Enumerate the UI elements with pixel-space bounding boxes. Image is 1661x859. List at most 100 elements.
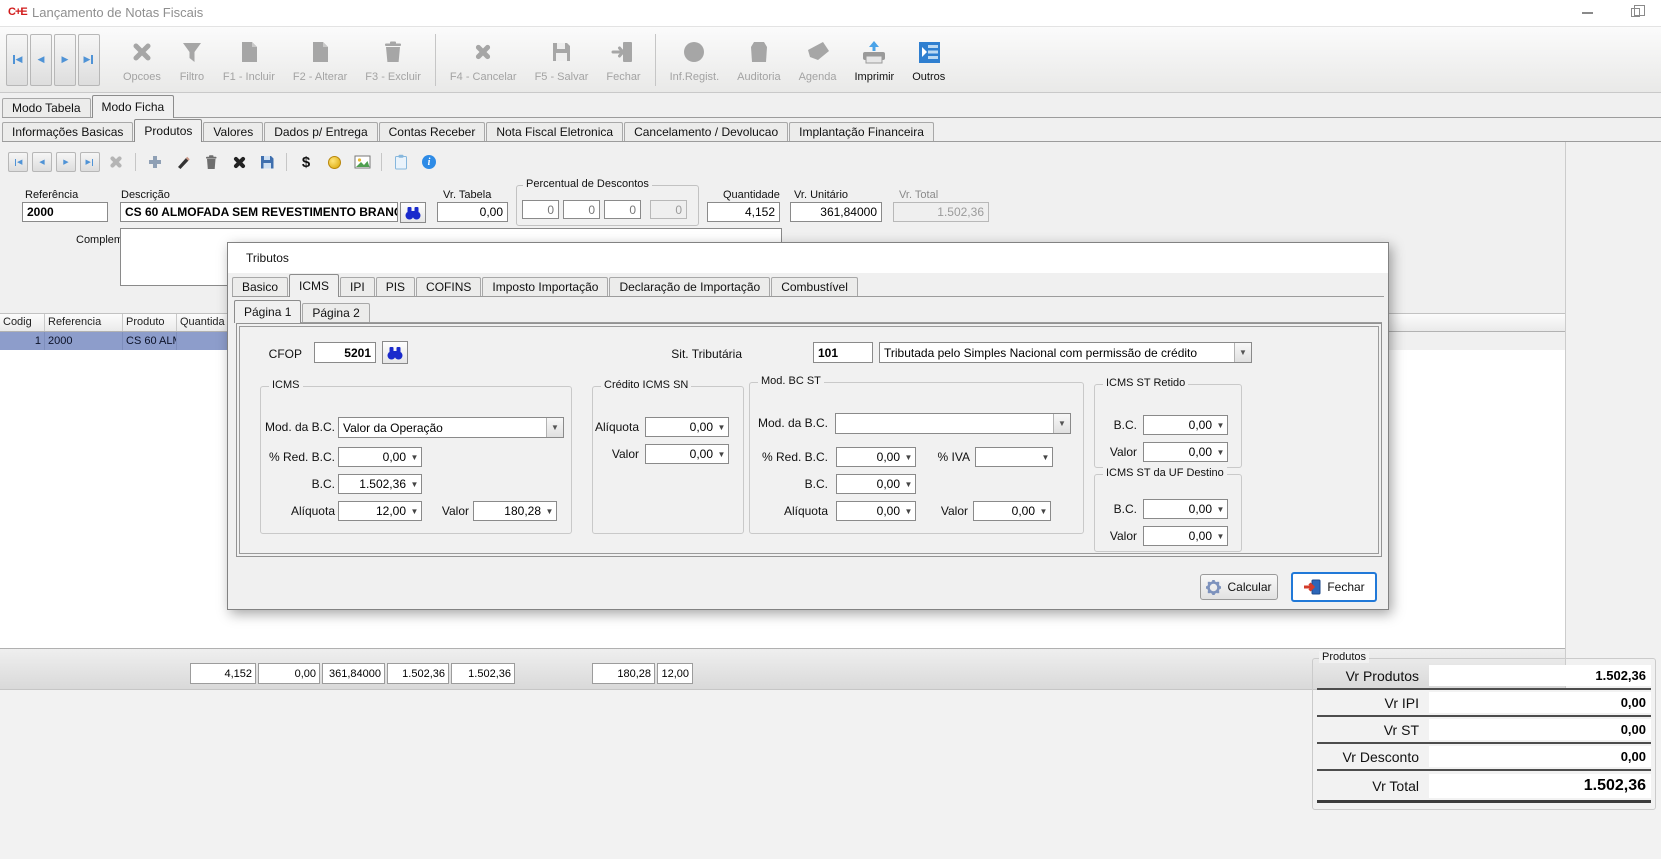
toolbar-cancelar-button[interactable]: F4 - Cancelar — [441, 31, 526, 89]
ufdest-bc-spin[interactable]: 0,00▼ — [1143, 499, 1228, 519]
tab-combustivel[interactable]: Combustível — [771, 277, 858, 296]
tab-pagina-1[interactable]: Página 1 — [234, 300, 301, 323]
tab-nota-fiscal-eletronica[interactable]: Nota Fiscal Eletronica — [486, 122, 623, 141]
tab-cancelamento-devolucao[interactable]: Cancelamento / Devolucao — [624, 122, 788, 141]
calcular-button[interactable]: Calcular — [1200, 574, 1278, 600]
tab-informacoes-basicas[interactable]: Informações Basicas — [2, 122, 133, 141]
image-viewer-button[interactable] — [350, 151, 374, 173]
chevron-down-icon[interactable]: ▼ — [408, 453, 421, 462]
tab-cofins[interactable]: COFINS — [416, 277, 481, 296]
add-record-button[interactable] — [143, 151, 167, 173]
search-cfop-button[interactable] — [382, 341, 408, 364]
cfop-input[interactable]: 5201 — [314, 342, 376, 363]
toolbar-opcoes-button[interactable]: Opcoes — [114, 31, 170, 89]
toolbar-incluir-button[interactable]: F1 - Incluir — [214, 31, 284, 89]
mod-bc-combo[interactable]: Valor da Operação ▼ — [338, 417, 564, 438]
clipboard-button[interactable] — [389, 151, 413, 173]
sit-tributaria-code-input[interactable]: 101 — [813, 342, 873, 363]
tab-produtos[interactable]: Produtos — [134, 119, 202, 142]
tab-modo-ficha[interactable]: Modo Ficha — [92, 95, 175, 118]
chevron-down-icon[interactable]: ▼ — [408, 480, 421, 489]
toolbar-alterar-button[interactable]: F2 - Alterar — [284, 31, 356, 89]
bcst-aliquota-spin[interactable]: 0,00▼ — [836, 501, 916, 521]
chevron-down-icon[interactable]: ▼ — [902, 453, 915, 462]
bc-spin[interactable]: 1.502,36▼ — [338, 474, 422, 494]
retido-bc-spin[interactable]: 0,00▼ — [1143, 415, 1228, 435]
nav-next-button[interactable]: ▶ — [54, 34, 76, 86]
aliquota-spin[interactable]: 12,00▼ — [338, 501, 422, 521]
toolbar-infregist-button[interactable]: Inf.Regist. — [661, 31, 729, 89]
nav-last-button[interactable]: ▶ — [80, 152, 100, 172]
toolbar-fechar-button[interactable]: Fechar — [597, 31, 649, 89]
chevron-down-icon[interactable]: ▼ — [1214, 448, 1227, 457]
toolbar-filtro-button[interactable]: Filtro — [170, 31, 214, 89]
bcst-bc-spin[interactable]: 0,00▼ — [836, 474, 916, 494]
credito-valor-spin[interactable]: 0,00▼ — [645, 444, 729, 464]
tab-implantacao-financeira[interactable]: Implantação Financeira — [789, 122, 934, 141]
grid-column-codigo[interactable]: Codig — [0, 314, 45, 331]
toolbar-auditoria-button[interactable]: Auditoria — [728, 31, 789, 89]
referencia-input[interactable]: 2000 — [22, 202, 108, 222]
tab-declaracao-importacao[interactable]: Declaração de Importação — [609, 277, 770, 296]
tab-valores[interactable]: Valores — [203, 122, 263, 141]
chevron-down-icon[interactable]: ▼ — [715, 450, 728, 459]
tools-button[interactable] — [104, 151, 128, 173]
tab-pagina-2[interactable]: Página 2 — [302, 303, 369, 322]
tab-modo-tabela[interactable]: Modo Tabela — [2, 98, 91, 117]
chevron-down-icon[interactable]: ▼ — [1053, 414, 1070, 433]
toolbar-agenda-button[interactable]: Agenda — [790, 31, 846, 89]
save-record-button[interactable] — [255, 151, 279, 173]
quantidade-input[interactable]: 4,152 — [707, 202, 780, 222]
vr-tabela-input[interactable]: 0,00 — [437, 202, 508, 222]
tab-ipi[interactable]: IPI — [340, 277, 375, 296]
info-button[interactable]: i — [417, 151, 441, 173]
desconto2-input[interactable]: 0 — [563, 200, 600, 219]
chevron-down-icon[interactable]: ▼ — [546, 418, 563, 437]
tab-pis[interactable]: PIS — [376, 277, 415, 296]
chevron-down-icon[interactable]: ▼ — [902, 507, 915, 516]
desconto4-input[interactable]: 0 — [650, 200, 687, 219]
desconto3-input[interactable]: 0 — [604, 200, 641, 219]
price-button[interactable]: $ — [294, 151, 318, 173]
bcst-valor-spin[interactable]: 0,00▼ — [973, 501, 1051, 521]
toolbar-salvar-button[interactable]: F5 - Salvar — [526, 31, 598, 89]
nav-next-button[interactable]: ▶ — [56, 152, 76, 172]
retido-valor-spin[interactable]: 0,00▼ — [1143, 442, 1228, 462]
tab-icms[interactable]: ICMS — [289, 274, 339, 297]
edit-record-button[interactable] — [171, 151, 195, 173]
valor-spin[interactable]: 180,28▼ — [473, 501, 557, 521]
chevron-down-icon[interactable]: ▼ — [902, 480, 915, 489]
tab-imposto-importacao[interactable]: Imposto Importação — [482, 277, 608, 296]
toolbar-excluir-button[interactable]: F3 - Excluir — [356, 31, 430, 89]
chevron-down-icon[interactable]: ▼ — [1037, 507, 1050, 516]
grid-column-referencia[interactable]: Referencia — [45, 314, 123, 331]
iva-spin[interactable]: ▼ — [975, 447, 1053, 467]
desconto1-input[interactable]: 0 — [522, 200, 559, 219]
nav-prev-button[interactable]: ◀ — [30, 34, 52, 86]
descricao-input[interactable]: CS 60 ALMOFADA SEM REVESTIMENTO BRANCO ( — [120, 202, 398, 222]
grid-column-produto[interactable]: Produto — [123, 314, 177, 331]
toolbar-outros-button[interactable]: Outros — [903, 31, 954, 89]
delete-record-button[interactable] — [199, 151, 223, 173]
chevron-down-icon[interactable]: ▼ — [715, 423, 728, 432]
vr-unitario-input[interactable]: 361,84000 — [790, 202, 882, 222]
tab-basico[interactable]: Basico — [232, 277, 288, 296]
nav-prev-button[interactable]: ◀ — [32, 152, 52, 172]
chevron-down-icon[interactable]: ▼ — [1214, 532, 1227, 541]
credito-aliquota-spin[interactable]: 0,00▼ — [645, 417, 729, 437]
fechar-dialog-button[interactable]: Fechar — [1291, 572, 1377, 602]
red-bc-spin[interactable]: 0,00▼ — [338, 447, 422, 467]
restore-button[interactable] — [1620, 4, 1650, 21]
chevron-down-icon[interactable]: ▼ — [1214, 421, 1227, 430]
nav-first-button[interactable]: ◀ — [8, 152, 28, 172]
bcst-mod-combo[interactable]: ▼ — [835, 413, 1071, 434]
tab-dados-entrega[interactable]: Dados p/ Entrega — [264, 122, 377, 141]
chevron-down-icon[interactable]: ▼ — [1234, 343, 1251, 362]
tab-contas-receber[interactable]: Contas Receber — [379, 122, 486, 141]
coin-button[interactable] — [322, 151, 346, 173]
chevron-down-icon[interactable]: ▼ — [1214, 505, 1227, 514]
search-product-button[interactable] — [400, 202, 426, 223]
chevron-down-icon[interactable]: ▼ — [1039, 453, 1052, 462]
sit-tributaria-combo[interactable]: Tributada pelo Simples Nacional com perm… — [879, 342, 1252, 363]
cancel-record-button[interactable] — [227, 151, 251, 173]
